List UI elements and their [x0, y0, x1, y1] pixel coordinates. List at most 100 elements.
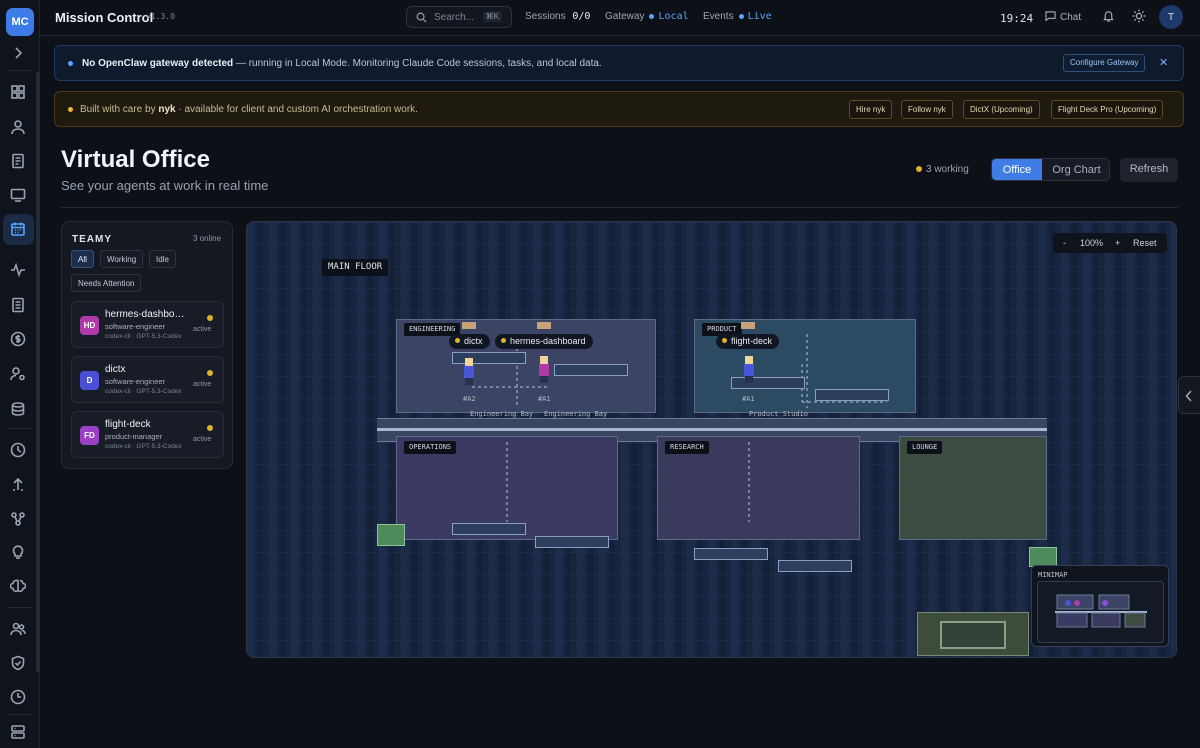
header-divider [61, 207, 1178, 208]
memory-brain-icon[interactable] [8, 576, 28, 596]
zoom-in-button[interactable]: + [1115, 238, 1120, 248]
working-dot [916, 166, 922, 172]
tasks-document-icon[interactable] [8, 151, 28, 171]
sidebar-divider [8, 70, 32, 71]
online-count: 3 online [193, 234, 222, 243]
area-label: Engineering Bay [470, 410, 534, 418]
agent-avatar: FD [80, 426, 99, 445]
user-settings-icon[interactable] [8, 364, 28, 384]
hire-button[interactable]: Hire nyk [849, 100, 893, 119]
sidebar-scrollbar[interactable] [36, 72, 40, 672]
info-dot [68, 61, 73, 66]
sessions-monitor-icon[interactable] [8, 185, 28, 205]
gateway-banner-message: — running in Local Mode. Monitoring Clau… [233, 58, 602, 69]
search-icon [416, 12, 427, 23]
follow-button[interactable]: Follow nyk [901, 100, 953, 119]
gateway-label: Gateway [605, 11, 645, 22]
desk-id: #A2 [463, 395, 476, 403]
team-users-icon[interactable] [8, 619, 28, 639]
events-status-dot [738, 13, 744, 19]
workflows-nodes-icon[interactable] [8, 509, 28, 529]
credit-banner: Built with care by nyk · available for c… [54, 91, 1184, 127]
status-dot [207, 315, 213, 321]
agent-status: active [193, 436, 212, 443]
refresh-button[interactable]: Refresh [1120, 158, 1178, 182]
chat-icon [1045, 11, 1056, 22]
deploy-arrow-icon[interactable] [8, 474, 28, 494]
agent-card-flight-deck[interactable]: FD flight-deck product-manager codex-cli… [71, 411, 224, 458]
events-label: Events [703, 11, 734, 22]
minimap-title: MINIMAP [1038, 571, 1068, 579]
sessions-label: Sessions [525, 11, 566, 22]
agent-chip-dictx[interactable]: dictx [449, 334, 490, 349]
zoom-out-button[interactable]: - [1063, 238, 1066, 248]
filter-idle[interactable]: Idle [149, 250, 176, 268]
sessions-indicator[interactable]: Sessions 0/0 [525, 11, 590, 22]
servers-icon[interactable] [8, 722, 28, 742]
agent-chip-flight-deck[interactable]: flight-deck [716, 334, 780, 349]
working-count: 3 working [926, 164, 969, 175]
logs-document-icon[interactable] [8, 295, 28, 315]
agent-role: software-engineer [105, 377, 166, 386]
sidebar-divider [8, 714, 32, 715]
page-subtitle: See your agents at work in real time [61, 178, 269, 193]
desk-id: #A1 [538, 395, 551, 403]
agent-card-hermes-dashboard[interactable]: HD hermes-dashboard software-engineer co… [71, 301, 224, 348]
gateway-banner-title: No OpenClaw gateway detected [82, 58, 234, 69]
view-toggle: Office Org Chart [991, 158, 1110, 181]
tab-office[interactable]: Office [992, 159, 1042, 180]
agent-model: codex-cli · GPT-5.3-Codex [105, 333, 182, 340]
user-avatar[interactable]: T [1159, 5, 1183, 29]
tab-org-chart[interactable]: Org Chart [1042, 159, 1109, 180]
zoom-level: 100% [1080, 238, 1104, 248]
chat-button[interactable]: Chat [1045, 11, 1081, 23]
collapse-panel-handle[interactable] [1178, 376, 1200, 414]
agent-role: product-manager [105, 432, 163, 441]
gateway-indicator[interactable]: Gateway Local [605, 11, 689, 22]
app-title: Mission Control [55, 10, 154, 25]
flight-deck-pro-button[interactable]: Flight Deck Pro (Upcoming) [1051, 100, 1164, 119]
ideas-bulb-icon[interactable] [8, 542, 28, 562]
page-title: Virtual Office [61, 146, 210, 173]
status-dot [207, 370, 213, 376]
desk-id: #A1 [742, 395, 755, 403]
theme-sun-icon[interactable] [1132, 9, 1146, 23]
highlight-dot [68, 107, 73, 112]
minimap-preview [1037, 581, 1164, 643]
close-icon[interactable]: ✕ [1159, 56, 1168, 69]
chevron-left-icon [1185, 390, 1192, 402]
security-shield-icon[interactable] [8, 653, 28, 673]
minimap[interactable]: MINIMAP [1031, 565, 1169, 647]
team-title: TEAMY [72, 234, 112, 245]
agent-chip-name: dictx [464, 336, 483, 346]
activity-pulse-icon[interactable] [8, 260, 28, 280]
app-version: v1.3.0 [146, 12, 175, 21]
filter-all[interactable]: All [71, 250, 94, 268]
zoom-reset-button[interactable]: Reset [1133, 238, 1157, 248]
search-input[interactable]: Search... ⌘K [406, 6, 512, 28]
history-clock-icon[interactable] [8, 440, 28, 460]
expand-sidebar-icon[interactable] [8, 43, 28, 63]
topbar: Mission Control v1.3.0 Search... ⌘K Sess… [40, 0, 1200, 36]
events-indicator[interactable]: Events Live [703, 11, 772, 22]
office-calendar-icon[interactable] [8, 219, 28, 239]
team-panel: TEAMY 3 online All Working Idle Needs At… [61, 221, 233, 469]
cost-coin-icon[interactable] [8, 329, 28, 349]
app-logo[interactable]: MC [6, 8, 34, 36]
database-icon[interactable] [8, 399, 28, 419]
configure-gateway-button[interactable]: Configure Gateway [1063, 54, 1146, 72]
filter-working[interactable]: Working [100, 250, 144, 268]
notifications-icon[interactable] [1102, 9, 1115, 23]
agents-user-icon[interactable] [8, 117, 28, 137]
credit-author: nyk [158, 104, 176, 115]
overview-grid-icon[interactable] [8, 82, 28, 102]
agent-avatar: D [80, 371, 99, 390]
sidebar: MC [0, 0, 40, 748]
filter-needs-attention[interactable]: Needs Attention [71, 274, 142, 292]
office-canvas[interactable]: MAIN FLOOR ENGINEERING PRODUCT OPERATION… [246, 221, 1177, 658]
credit-banner-text: Built with care by nyk · available for c… [80, 104, 418, 115]
schedule-clock-icon[interactable] [8, 687, 28, 707]
dictx-button[interactable]: DictX (Upcoming) [963, 100, 1040, 119]
agent-card-dictx[interactable]: D dictx software-engineer codex-cli · GP… [71, 356, 224, 403]
agent-chip-hermes-dashboard[interactable]: hermes-dashboard [495, 334, 593, 349]
